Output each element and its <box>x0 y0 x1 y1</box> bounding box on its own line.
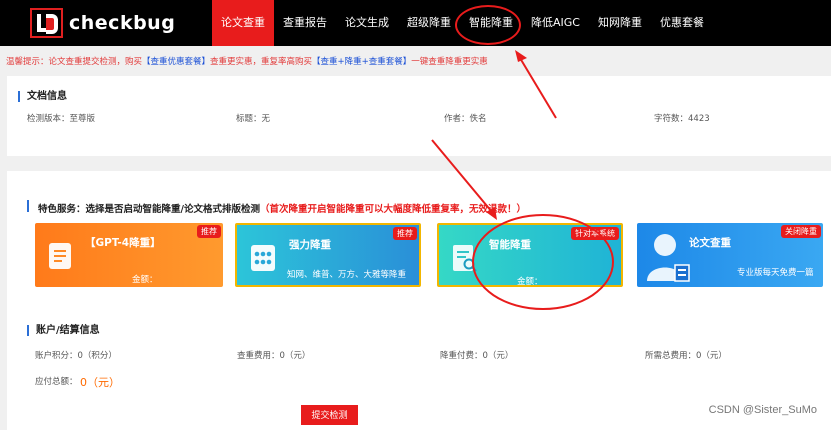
annotation-arrows <box>431 50 557 220</box>
watermark: CSDN @Sister_SuMo <box>708 404 817 416</box>
